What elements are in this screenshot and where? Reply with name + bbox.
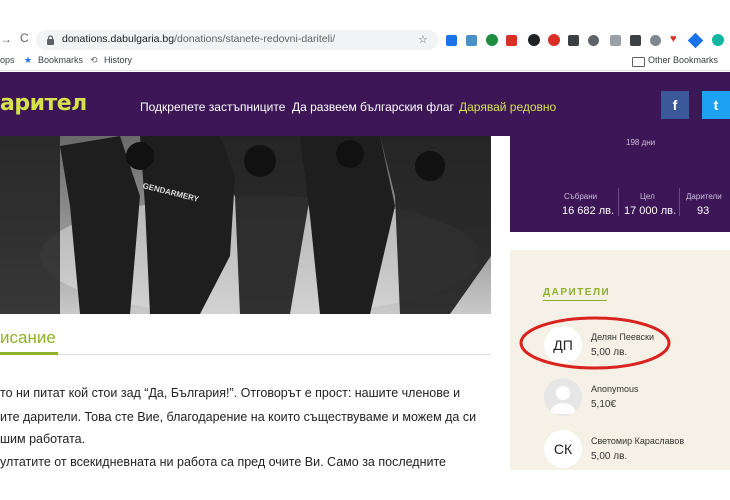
donors-title: ДАРИТЕЛИ: [543, 287, 611, 298]
avatar: СК: [544, 430, 582, 468]
donor-name: Светомир Караславов: [591, 436, 685, 446]
extension-icon[interactable]: [630, 35, 641, 46]
goal-value: 17 000 лв.: [624, 205, 677, 217]
apps-bookmark[interactable]: ops: [0, 55, 15, 65]
donors-count-value: 93: [697, 205, 710, 217]
history-link[interactable]: History: [104, 55, 132, 65]
divider: [0, 354, 491, 355]
donor-amount: 5,10€: [591, 399, 617, 410]
donors-count-label: Дарители: [686, 192, 722, 201]
reload-arrow-icon[interactable]: C: [20, 31, 29, 45]
stats-box: 198 дни Събрани 16 682 лв. Цел 17 000 лв…: [510, 136, 730, 232]
twitter-icon[interactable]: t: [702, 91, 730, 119]
description-line: то ни питат кой стои зад “Да, България!”…: [0, 386, 461, 400]
description-heading: исание: [0, 328, 56, 347]
nav-item-advocates[interactable]: Подкрепете застъпниците: [140, 100, 285, 114]
collected-label: Събрани: [564, 192, 598, 201]
history-icon: ⟲: [90, 55, 98, 65]
heading-underline: [0, 352, 58, 355]
other-bookmarks-link[interactable]: Other Bookmarks: [648, 55, 718, 65]
url-domain: donations.dabulgaria.bg: [62, 33, 175, 45]
url-path: /donations/stanete-redovni-dariteli/: [174, 33, 336, 45]
nav-item-donate-regularly[interactable]: Дарявай редовно: [459, 100, 556, 114]
extension-icon[interactable]: [588, 35, 599, 46]
donors-title-underline: [543, 300, 607, 301]
extension-icon[interactable]: [610, 35, 621, 46]
extension-icon[interactable]: [486, 34, 498, 46]
folder-icon: [632, 57, 645, 67]
divider: [679, 188, 680, 216]
extension-icons: ♥: [446, 32, 730, 49]
reload-icon[interactable]: →: [0, 32, 12, 46]
anonymous-avatar-icon: [544, 378, 582, 416]
site-logo[interactable]: арител: [0, 91, 87, 116]
avatar: [544, 378, 582, 416]
goal-label: Цел: [640, 192, 655, 201]
extension-icon[interactable]: [466, 35, 477, 46]
star-icon[interactable]: ☆: [418, 33, 428, 46]
extension-icon[interactable]: [650, 35, 661, 46]
extension-icon[interactable]: [548, 34, 560, 46]
facebook-icon[interactable]: f: [661, 91, 689, 119]
description-line: ите дарители. Това сте Вие, благодарение…: [0, 410, 477, 424]
collected-value: 16 682 лв.: [562, 205, 615, 217]
bookmarks-bar: ops ★ Bookmarks ⟲ History Other Bookmark…: [0, 52, 730, 71]
star-bookmark-icon: ★: [24, 55, 33, 65]
extension-icon[interactable]: [528, 34, 540, 46]
page-bottom-fade: [0, 470, 730, 500]
extension-icon[interactable]: [568, 35, 579, 46]
donor-name: Anonymous: [591, 384, 639, 394]
gendarmery-photo: [0, 136, 491, 314]
lock-icon: [47, 35, 54, 45]
campaign-photo: GENDARMERY: [0, 136, 491, 314]
extension-icon[interactable]: [506, 35, 517, 46]
days-remaining: 198 дни: [626, 138, 656, 147]
divider: [618, 188, 619, 216]
donor-amount: 5,00 лв.: [591, 451, 628, 462]
extension-icon[interactable]: [712, 34, 724, 46]
heart-icon[interactable]: ♥: [670, 33, 677, 45]
description-line: шим работата.: [0, 432, 86, 446]
nav-item-flag[interactable]: Да развеем българския флаг: [292, 100, 454, 114]
highlight-circle: [519, 316, 671, 370]
url-text[interactable]: donations.dabulgaria.bg/donations/stanet…: [62, 33, 335, 45]
description-line: ултатите от всекидневната ни работа са п…: [0, 455, 447, 469]
bookmarks-link[interactable]: Bookmarks: [38, 55, 83, 65]
site-header: Подкрепете застъпниците Да развеем бълга…: [0, 72, 730, 136]
extension-icon[interactable]: [687, 32, 704, 49]
extension-icon[interactable]: [446, 35, 457, 46]
